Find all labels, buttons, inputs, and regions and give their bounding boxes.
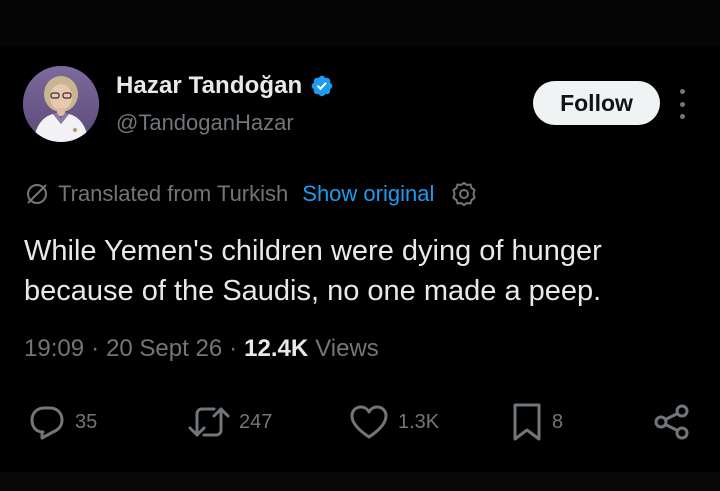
tweet-time[interactable]: 19:09 <box>24 335 84 363</box>
avatar-image <box>23 66 99 142</box>
separator: · <box>229 335 238 362</box>
bookmark-icon <box>513 403 541 441</box>
reply-button[interactable]: 35 <box>27 402 97 442</box>
avatar[interactable] <box>23 66 99 142</box>
tweet-text: While Yemen's children were dying of hun… <box>24 235 602 307</box>
dot <box>679 89 685 94</box>
more-dots-icon[interactable] <box>674 89 690 119</box>
author-name-row: Hazar Tandoğan <box>116 70 334 102</box>
verified-badge-icon <box>312 75 333 97</box>
show-original-link[interactable]: Show original <box>302 181 434 207</box>
follow-button[interactable]: Follow <box>533 81 660 125</box>
top-bar <box>0 0 720 46</box>
repost-button[interactable]: 247 <box>187 402 272 442</box>
dot <box>679 101 685 107</box>
views-label: Views <box>315 335 379 362</box>
heart-icon <box>350 405 388 439</box>
reply-icon <box>30 406 64 440</box>
repost-count: 247 <box>239 410 273 433</box>
views-count: 12.4K <box>244 335 309 362</box>
like-button[interactable]: 1.3K <box>348 402 439 442</box>
repost-icon <box>188 407 230 437</box>
display-name[interactable]: Hazar Tandoğan <box>116 72 302 100</box>
bookmark-button[interactable]: 8 <box>510 402 563 442</box>
translate-slash-icon <box>27 184 47 204</box>
action-bar: 35 247 1.3K 8 <box>0 402 720 442</box>
author-handle[interactable]: @TandoganHazar <box>116 110 294 136</box>
bookmark-count: 8 <box>552 410 564 433</box>
translation-row: Translated from Turkish Show original <box>24 178 478 210</box>
share-button[interactable] <box>652 402 692 442</box>
tweet-meta: 19:09 · 20 Sept 26 · 12.4K Views <box>24 333 379 365</box>
gear-icon[interactable] <box>450 180 478 208</box>
like-count: 1.3K <box>398 410 440 433</box>
translated-from-label: Translated from Turkish <box>58 181 289 206</box>
separator: · <box>91 335 100 362</box>
reply-count: 35 <box>75 410 98 433</box>
bottom-bar <box>0 472 720 491</box>
dot <box>679 114 685 119</box>
share-icon <box>654 404 689 440</box>
tweet-date[interactable]: 20 Sept 26 <box>106 335 222 363</box>
